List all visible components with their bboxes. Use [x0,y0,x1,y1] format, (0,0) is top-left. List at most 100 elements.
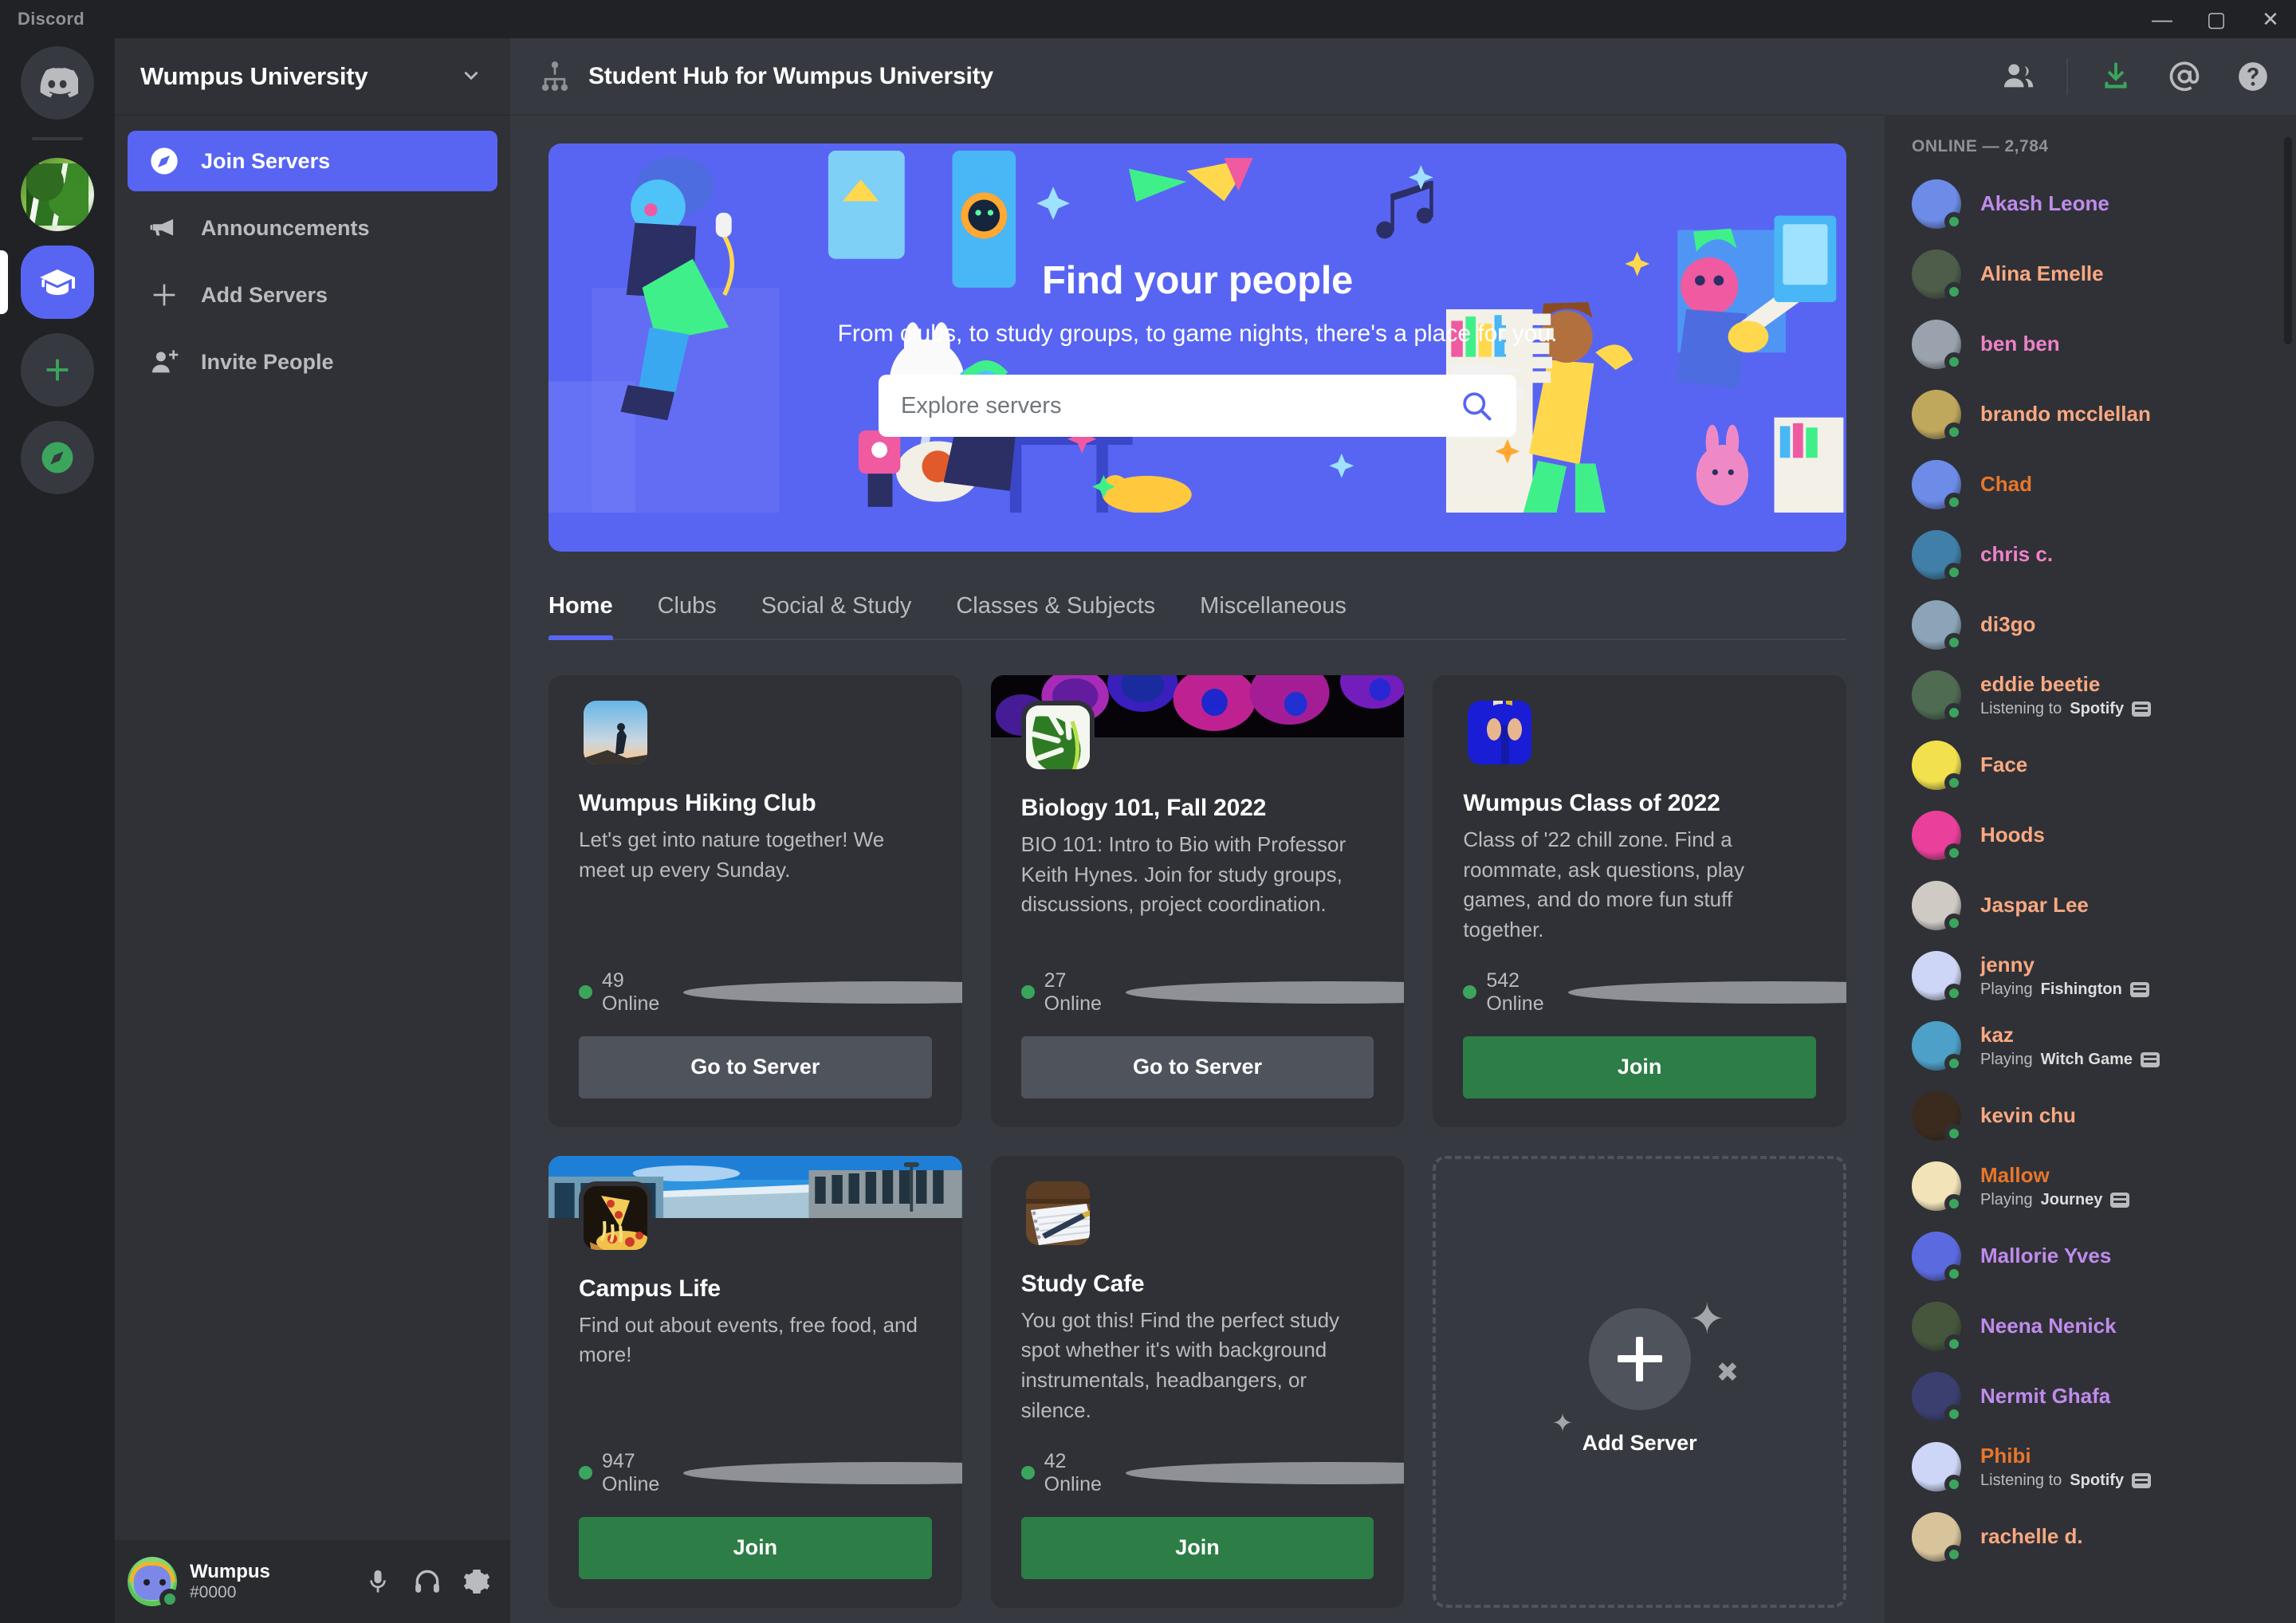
hub-name-dropdown[interactable]: Wumpus University [115,38,510,115]
server-avatar [1021,1177,1095,1250]
avatar [1912,1091,1964,1143]
server-card[interactable]: Wumpus Class of 2022 Class of '22 chill … [1433,675,1846,1127]
add-server-tile[interactable]: ✦ ✖ ✦ Add Server [1433,1155,1846,1608]
user-info[interactable]: Wumpus #0000 [190,1561,344,1602]
tab-miscellaneous[interactable]: Miscellaneous [1200,584,1347,639]
rich-presence-icon [2129,981,2149,997]
graduation-cap-icon [40,269,75,295]
online-dot [579,1466,592,1480]
member-name: Chad [1980,472,2032,497]
member-list-item[interactable]: ben ben [1885,309,2296,379]
avatar [1912,1442,1964,1494]
server-icon-monstera[interactable] [21,158,94,231]
member-info: Mallorie Yves [1980,1244,2111,1268]
chevron-down-icon [464,71,478,81]
status-badge [1944,1264,1964,1283]
member-info: Chad [1980,472,2032,497]
add-server-plus-icon[interactable] [1588,1307,1691,1410]
member-list-item[interactable]: Nermit Ghafa [1885,1362,2296,1432]
status-badge [1944,282,1964,301]
status-badge [1944,1475,1964,1494]
member-list-item[interactable]: Mallorie Yves [1885,1221,2296,1291]
member-list-item[interactable]: Jaspar Lee [1885,870,2296,941]
microphone-button[interactable] [357,1561,399,1602]
user-settings-button[interactable] [456,1561,497,1602]
members-button[interactable] [1998,56,2039,97]
member-list-item[interactable]: Mallow Playing Journey [1885,1151,2296,1221]
join-button[interactable]: Join [579,1516,932,1579]
avatar [1912,881,1964,933]
main-area: Student Hub for Wumpus University Find y… [510,38,2296,1623]
avatar [1912,530,1964,582]
server-name: Biology 101, Fall 2022 [1020,795,1267,821]
server-card[interactable]: Study Cafe You got this! Find the perfec… [990,1155,1405,1608]
member-list-item[interactable]: Alina Emelle [1885,239,2296,309]
headphones-button[interactable] [407,1561,448,1602]
sidebar-item-label: Invite People [201,349,334,374]
server-stats: 947 Online 3,589 Members [579,1426,962,1496]
sidebar-item-add-servers[interactable]: Add Servers [128,265,497,325]
status-badge [1944,493,1964,512]
server-card[interactable]: Biology 101, Fall 2022 BIO 101: Intro to… [990,675,1405,1127]
member-list-item[interactable]: eddie beetie Listening to Spotify [1885,660,2296,730]
downloads-button[interactable] [2095,56,2137,97]
sidebar-item-invite-people[interactable]: Invite People [128,332,497,392]
explore-servers-rail-button[interactable] [21,421,94,494]
add-server-label: Add Server [1582,1430,1697,1455]
member-info: Mallow Playing Journey [1980,1163,2130,1209]
member-info: Nermit Ghafa [1980,1384,2110,1409]
member-list-item[interactable]: kevin chu [1885,1081,2296,1151]
status-badge [1944,1194,1964,1213]
hero-title: Find your people [1042,259,1353,302]
member-list-item[interactable]: jenny Playing Fishington [1885,941,2296,1011]
tab-social-study[interactable]: Social & Study [761,584,912,639]
mentions-button[interactable] [2164,56,2205,97]
page-title: Student Hub for Wumpus University [588,63,993,89]
close-button[interactable]: ✕ [2259,9,2282,29]
member-list-item[interactable]: Phibi Listening to Spotify [1885,1432,2296,1502]
server-card-grid: Wumpus Hiking Club Let's get into nature… [548,675,1846,1608]
explore-servers-search[interactable] [879,375,1516,437]
member-list-scrollbar[interactable] [2284,137,2292,344]
member-list-item[interactable]: rachelle d. [1885,1502,2296,1572]
sidebar-item-join-servers[interactable]: Join Servers [128,131,497,191]
avatar [1912,179,1964,231]
add-server-rail-button[interactable] [21,333,94,407]
go-to-server-button[interactable]: Go to Server [1020,1035,1374,1098]
maximize-button[interactable]: ▢ [2205,9,2227,29]
server-card[interactable]: Campus Life Find out about events, free … [548,1155,962,1608]
go-to-server-button[interactable]: Go to Server [579,1035,932,1098]
search-input[interactable] [901,392,1459,419]
tab-home[interactable]: Home [548,584,613,640]
search-icon[interactable] [1459,388,1494,423]
member-list-item[interactable]: chris c. [1885,520,2296,590]
member-list-item[interactable]: Neena Nenick [1885,1291,2296,1362]
member-name: rachelle d. [1980,1524,2083,1549]
minimize-button[interactable]: — [2151,9,2173,29]
help-button[interactable] [2232,56,2274,97]
member-list-item[interactable]: Face [1885,730,2296,800]
server-icon-student-hub[interactable] [21,246,94,319]
member-list-item[interactable]: Hoods [1885,800,2296,870]
member-list-item[interactable]: brando mcclellan [1885,379,2296,450]
member-activity: Playing Journey [1980,1190,2130,1209]
member-activity: Listening to Spotify [1980,699,2152,718]
notebook-image [1025,1181,1090,1245]
tab-clubs[interactable]: Clubs [658,584,717,639]
avatar [1912,670,1964,722]
member-list-item[interactable]: di3go [1885,590,2296,660]
server-stats: 542 Online 1,003 Members [1463,945,1846,1016]
member-list-item[interactable]: kaz Playing Witch Game [1885,1011,2296,1081]
server-stats: 27 Online 55 Members [1020,945,1405,1016]
user-panel: Wumpus #0000 [115,1540,510,1623]
tab-classes-subjects[interactable]: Classes & Subjects [956,584,1155,639]
join-button[interactable]: Join [1020,1516,1374,1579]
member-list-item[interactable]: Chad [1885,450,2296,520]
home-button[interactable] [21,46,94,120]
server-card[interactable]: Wumpus Hiking Club Let's get into nature… [548,675,962,1127]
join-button[interactable]: Join [1463,1035,1816,1098]
avatar[interactable] [128,1557,180,1609]
members-stat: 1,003 Members [1567,969,1846,1016]
sidebar-item-announcements[interactable]: Announcements [128,198,497,258]
member-list-item[interactable]: Akash Leone [1885,169,2296,239]
